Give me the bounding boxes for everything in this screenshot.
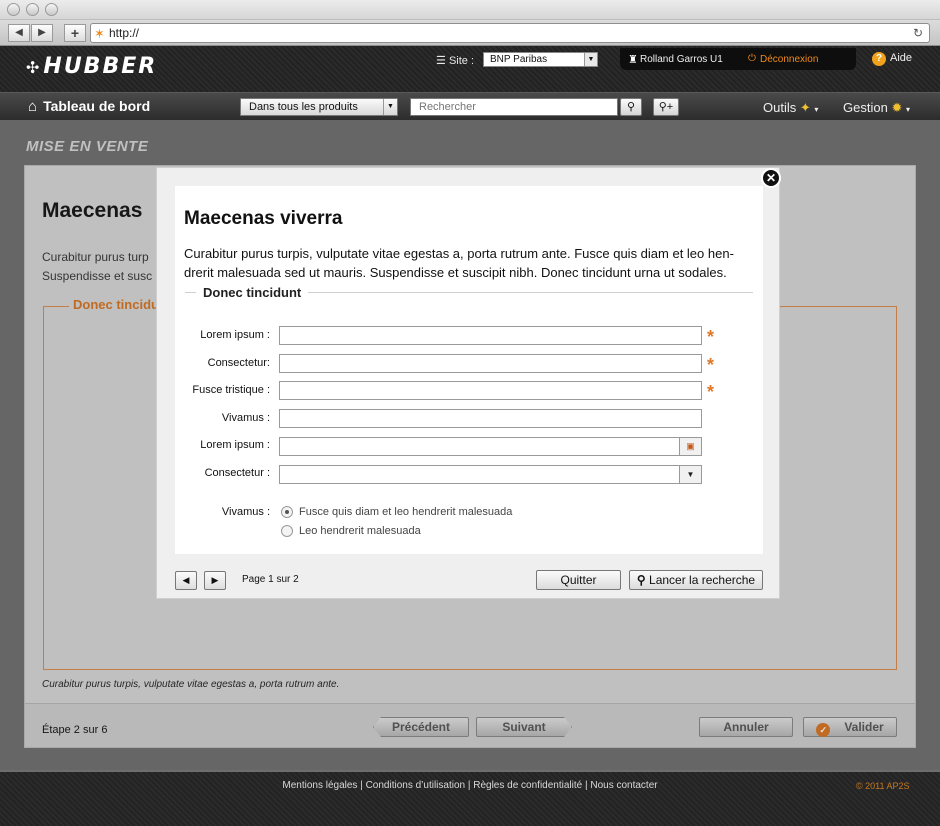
page-footer: Mentions légales | Conditions d’utilisat… [0,772,940,826]
tools-menu[interactable]: Outils ✦ ▾ [763,100,818,116]
user-bar: ♜ Rolland Garros U1 ⏻ Déconnexion [620,48,856,70]
field-label: Lorem ipsum : [200,439,270,451]
site-label: ☰ Site : [436,54,474,67]
help-label: Aide [890,52,913,64]
modal-description: Curabitur purus turpis, vulputate vitae … [184,246,734,280]
manage-menu[interactable]: Gestion ✹ ▾ [843,100,910,116]
search-plus-icon: ⚲+ [658,101,674,113]
footer-links[interactable]: Mentions légales | Conditions d’utilisat… [0,780,940,791]
app-header: ✣HUBBER ☰ Site : BNP Paribas ▼ ♜ Rolland… [0,46,940,92]
modal-title: Maecenas viverra [184,208,343,229]
lorem-ipsum-input[interactable] [279,326,702,345]
radio-option-2-label: Leo hendrerit malesuada [299,525,421,537]
consectetur-select[interactable]: ▼ [279,465,702,484]
search-icon: ⚲ [636,573,646,587]
search-button[interactable]: ⚲ [620,98,642,116]
forward-icon[interactable]: ▶ [31,24,53,42]
required-marker: * [707,382,715,402]
add-tab-icon[interactable]: + [64,24,86,42]
url-bar[interactable]: ✶ http:// ↻ [90,23,930,43]
browser-toolbar: ◀ ▶ + ✶ http:// ↻ [0,20,940,46]
window-minimize-icon[interactable] [26,3,39,16]
user-icon: ♜ [628,54,638,66]
advanced-search-button[interactable]: ⚲+ [653,98,679,116]
user-name[interactable]: Rolland Garros U1 [640,54,723,65]
help-link[interactable]: ? Aide [872,52,912,66]
site-label-text: Site : [448,55,475,67]
wand-icon: ✦ [799,100,811,115]
scope-select[interactable]: Dans tous les produits ▼ [240,98,398,116]
required-marker: * [707,355,715,375]
vivamus-input[interactable] [279,409,702,428]
scope-select-value: Dans tous les produits [249,101,358,113]
field-label: Consectetur : [204,467,270,479]
chevron-down-icon: ▾ [905,105,910,114]
radio-option-2[interactable] [281,525,293,537]
date-input[interactable]: ▣ [279,437,702,456]
site-favicon-icon: ✶ [94,26,105,41]
logo-text: HUBBER [43,54,158,79]
required-marker: * [707,327,715,347]
close-icon[interactable]: ✕ [761,168,781,188]
back-icon[interactable]: ◀ [8,24,30,42]
fusce-tristique-input[interactable] [279,381,702,400]
url-text: http:// [109,26,140,40]
consectetur-input[interactable] [279,354,702,373]
browser-titlebar [0,0,940,20]
manage-label: Gestion [843,100,888,115]
field-label: Lorem ipsum : [200,329,270,341]
modal-content: Maecenas viverra Curabitur purus turpis,… [175,186,763,554]
prev-page-button[interactable]: ◀ [175,571,197,590]
launch-search-label: Lancer la recherche [649,573,756,587]
window-close-icon[interactable] [7,3,20,16]
search-input[interactable] [410,98,618,116]
home-link[interactable]: ⌂ Tableau de bord [28,98,150,115]
gear-icon: ✹ [891,100,903,115]
modal-fieldset-legend: Donec tincidunt [196,285,309,300]
calendar-icon[interactable]: ▣ [679,438,701,455]
copyright: © 2011 AP2S [856,781,910,791]
search-icon: ⚲ [626,101,636,113]
home-label: Tableau de bord [43,98,151,114]
chevron-left-icon: ◀ [182,575,190,585]
power-icon: ⏻ [748,53,756,64]
logo[interactable]: ✣HUBBER [26,54,157,79]
window-zoom-icon[interactable] [45,3,58,16]
tools-label: Outils [763,100,797,115]
page-info: Page 1 sur 2 [242,574,299,585]
radio-option-1-label: Fusce quis diam et leo hendrerit malesua… [299,506,513,518]
field-label: Consectetur: [207,357,270,369]
site-select[interactable]: BNP Paribas ▼ [483,52,598,67]
field-label: Fusce tristique : [192,384,270,396]
next-page-button[interactable]: ▶ [204,571,226,590]
chevron-down-icon: ▼ [584,53,597,66]
search-modal: Maecenas viverra Curabitur purus turpis,… [156,167,781,599]
logout-link[interactable]: Déconnexion [760,54,818,65]
radio-group-label: Vivamus : [221,506,270,518]
main-navbar: ⌂ Tableau de bord Dans tous les produits … [0,92,940,120]
chevron-down-icon: ▾ [814,105,819,114]
chevron-right-icon: ▶ [211,575,219,585]
logo-mark-icon: ✣ [26,58,42,77]
site-select-value: BNP Paribas [490,54,548,65]
home-icon: ⌂ [28,98,38,115]
reload-icon[interactable]: ↻ [913,24,923,42]
radio-option-1[interactable] [281,506,293,518]
help-icon: ? [872,52,886,66]
list-icon: ☰ [436,55,446,67]
chevron-down-icon: ▼ [679,466,701,483]
quit-button[interactable]: Quitter [536,570,621,590]
launch-search-button[interactable]: ⚲ Lancer la recherche [629,570,763,590]
chevron-down-icon: ▼ [383,99,397,115]
field-label: Vivamus : [221,412,270,424]
